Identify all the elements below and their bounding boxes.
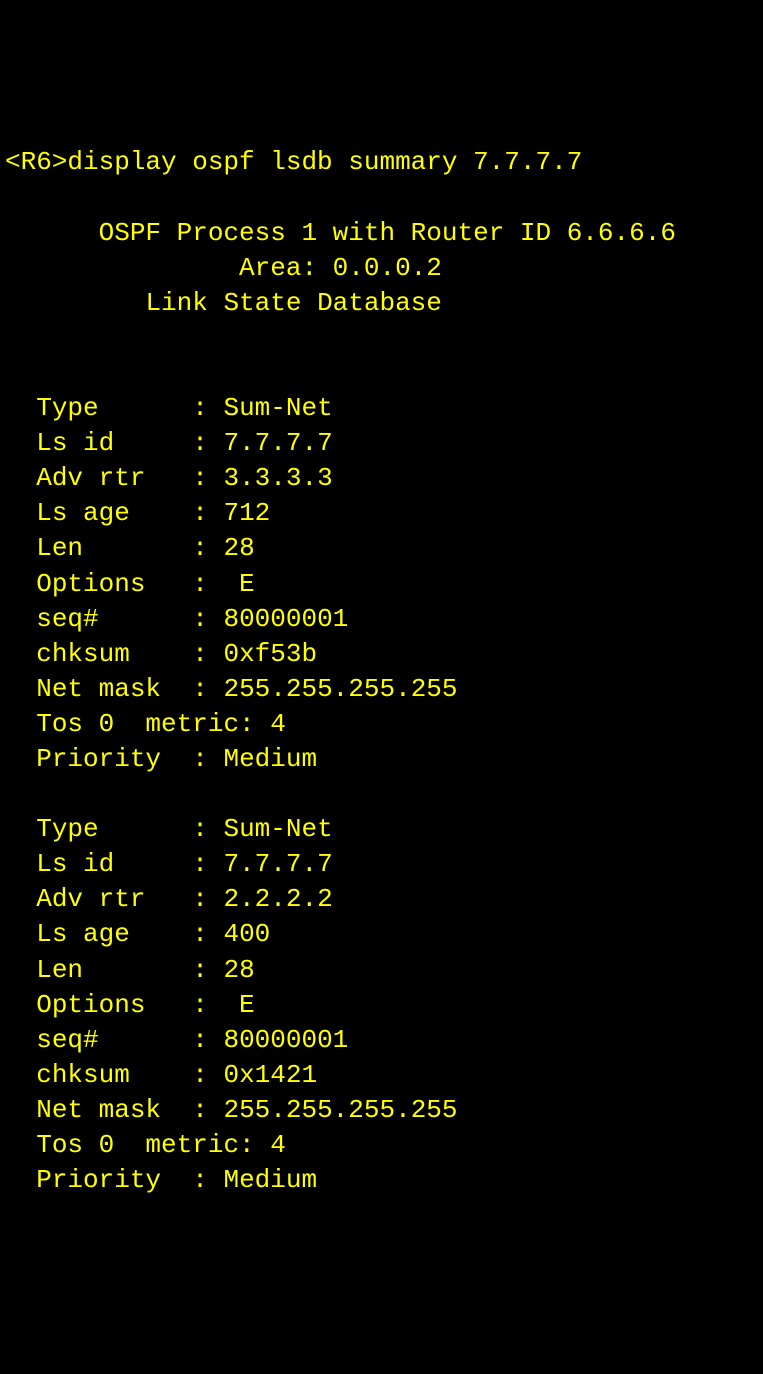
- field-value: 0xf53b: [223, 639, 317, 669]
- field-label: Adv rtr: [36, 884, 145, 914]
- field-label: Type: [36, 393, 98, 423]
- field-label: Options: [36, 569, 145, 599]
- field-label: seq#: [36, 604, 98, 634]
- field-value: Medium: [223, 1165, 317, 1195]
- field-value: Sum-Net: [223, 393, 332, 423]
- field-value: 0x1421: [223, 1060, 317, 1090]
- field-label: Ls age: [36, 919, 130, 949]
- field-label: Tos 0 metric: 4: [36, 1130, 286, 1160]
- field-label: Ls id: [36, 849, 114, 879]
- field-label: Net mask: [36, 1095, 161, 1125]
- field-label: chksum: [36, 1060, 130, 1090]
- field-label: Net mask: [36, 674, 161, 704]
- ospf-process-header: OSPF Process 1 with Router ID 6.6.6.6: [99, 218, 676, 248]
- field-value: E: [223, 569, 254, 599]
- command-prompt[interactable]: <R6>display ospf lsdb summary 7.7.7.7: [5, 147, 582, 177]
- field-value: 28: [223, 533, 254, 563]
- field-label: Len: [36, 533, 83, 563]
- field-label: Ls age: [36, 498, 130, 528]
- field-value: 712: [223, 498, 270, 528]
- field-value: 28: [223, 955, 254, 985]
- field-value: Medium: [223, 744, 317, 774]
- field-value: 255.255.255.255: [223, 1095, 457, 1125]
- field-label: Tos 0 metric: 4: [36, 709, 286, 739]
- field-label: Adv rtr: [36, 463, 145, 493]
- field-value: 80000001: [223, 1025, 348, 1055]
- field-label: Type: [36, 814, 98, 844]
- field-value: 7.7.7.7: [223, 428, 332, 458]
- field-value: E: [223, 990, 254, 1020]
- field-value: 2.2.2.2: [223, 884, 332, 914]
- field-value: Sum-Net: [223, 814, 332, 844]
- field-label: Priority: [36, 744, 161, 774]
- field-value: 80000001: [223, 604, 348, 634]
- field-label: Len: [36, 955, 83, 985]
- ospf-area-header: Area: 0.0.0.2: [239, 253, 442, 283]
- field-label: seq#: [36, 1025, 98, 1055]
- field-value: 400: [223, 919, 270, 949]
- field-value: 7.7.7.7: [223, 849, 332, 879]
- field-value: 3.3.3.3: [223, 463, 332, 493]
- field-label: Ls id: [36, 428, 114, 458]
- terminal-output: <R6>display ospf lsdb summary 7.7.7.7 OS…: [5, 145, 758, 1198]
- field-label: chksum: [36, 639, 130, 669]
- field-value: 255.255.255.255: [223, 674, 457, 704]
- lsdb-title: Link State Database: [145, 288, 441, 318]
- field-label: Priority: [36, 1165, 161, 1195]
- field-label: Options: [36, 990, 145, 1020]
